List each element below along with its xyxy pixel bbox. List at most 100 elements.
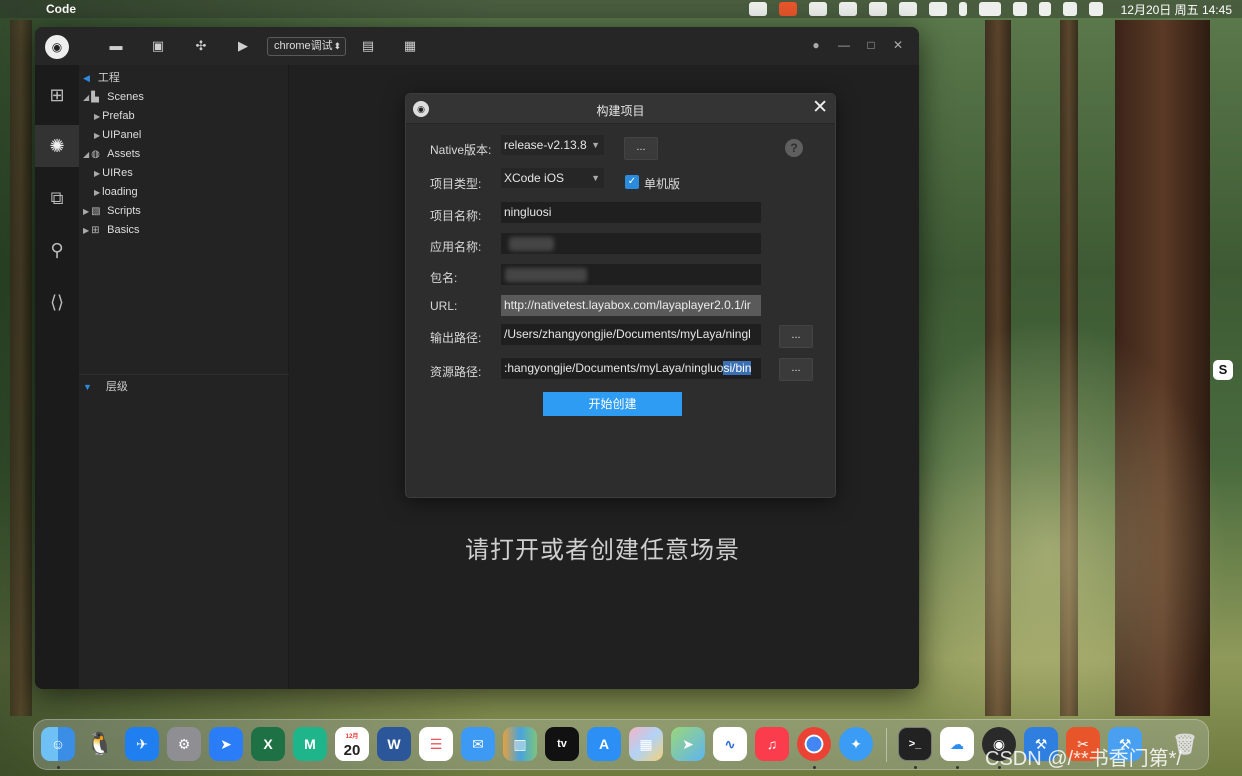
qq-icon[interactable]: 🐧 [83,727,117,761]
start-build-button[interactable]: 开始创建 [543,392,682,416]
tree-node-label: Prefab [102,110,135,122]
forest-light [920,300,1242,720]
resource-browse-button[interactable]: ... [779,358,813,381]
close-window-icon[interactable]: ✕ [891,38,905,52]
dialog-header[interactable]: ◉ 构建项目 ✕ [406,94,835,124]
panel-divider[interactable] [79,374,289,375]
build-settings-icon[interactable]: ✣ [193,38,209,54]
books-icon[interactable]: ▥ [503,727,537,761]
standalone-label: 单机版 [644,177,681,191]
time-machine-icon[interactable] [898,2,917,16]
url-input[interactable]: http://nativetest.layabox.com/layaplayer… [501,295,761,316]
excel-icon[interactable]: X [251,727,285,761]
project-type-select[interactable]: XCode iOS ▼ [501,168,604,188]
ide-toolbar: ◉ ▬ ▣ ✣ ▶ chrome调试 ⬍ ▤ ▦ ● — □ ✕ [35,27,919,65]
app-menu-name[interactable]: Code [46,2,76,16]
components-icon[interactable]: ⧉ [45,186,69,210]
search-icon[interactable]: ⚲ [45,238,69,262]
lark-icon[interactable]: ➤ [209,727,243,761]
open-folder-icon[interactable]: ▬ [108,38,124,54]
help-icon[interactable]: ? [785,139,803,157]
finder-icon[interactable]: ☺ [41,727,75,761]
play-icon[interactable]: ▶ [235,38,251,54]
cloud-app-icon[interactable]: ☁ [940,727,974,761]
tree-node-prefab[interactable]: ▶ Prefab [94,110,135,122]
tree-node-uipanel[interactable]: ▶ UIPanel [94,129,141,141]
menubar-clock[interactable]: 12月20日 周五 14:45 [1121,1,1232,18]
apple-tv-icon[interactable]: tv [545,727,579,761]
feishu-icon[interactable]: ✈ [125,727,159,761]
running-indicator [914,766,917,769]
native-version-select[interactable]: release-v2.13.8 ▼ [501,135,604,155]
maximize-icon[interactable]: □ [864,38,878,52]
standalone-checkbox[interactable]: ✓ [625,175,639,189]
close-icon[interactable]: ✕ [812,98,828,118]
resource-path-input[interactable]: :hangyongjie/Documents/myLaya/ningluosi/… [501,358,761,379]
collapsed-arrow-icon: ▶ [83,226,90,235]
native-browse-button[interactable]: ... [624,137,658,160]
control-center-icon[interactable] [1062,2,1077,16]
music-icon[interactable]: ♫ [755,727,789,761]
maps-icon[interactable]: ➤ [671,727,705,761]
activity-sidebar: ⊞ ✺ ⧉ ⚲ ⟨⟩ [35,65,79,689]
tree-node-basics[interactable]: ▶ ⊞ Basics [83,224,140,236]
run-target-select[interactable]: chrome调试 ⬍ [267,37,346,56]
dropdown-arrow-icon: ▼ [591,173,600,183]
palette-icon[interactable]: ✺ [45,134,69,158]
tree-node-label: Basics [107,224,140,236]
dock-separator [886,728,887,762]
battery-icon[interactable] [978,2,1001,16]
system-preferences-icon[interactable]: ⚙ [167,727,201,761]
project-panel-header[interactable]: ◀ 工程 [83,69,120,84]
siri-icon[interactable] [1088,2,1103,16]
project-name-input[interactable]: ningluosi [501,202,761,223]
publish-icon[interactable]: ▤ [360,38,376,54]
tree-node-loading[interactable]: ▶ loading [94,186,138,198]
launchpad-icon[interactable]: ▦ [629,727,663,761]
code-icon[interactable]: ⟨⟩ [45,290,69,314]
tree-node-label: UIRes [102,167,133,179]
reminders-icon[interactable]: ☰ [419,727,453,761]
spotlight-search-icon[interactable] [1038,2,1051,16]
project-panel-title: 工程 [97,72,120,84]
minimize-icon[interactable]: — [837,38,851,52]
tree-trunk [10,20,32,716]
tree-node-scripts[interactable]: ▶ ▧ Scripts [83,205,141,217]
bluetooth-icon[interactable] [958,2,967,16]
apple-menu-icon[interactable] [16,2,30,16]
word-icon[interactable]: W [377,727,411,761]
dropdown-arrow-icon: ▼ [591,140,600,150]
qrcode-icon[interactable]: ▦ [402,38,418,54]
app-store-icon[interactable]: A [587,727,621,761]
terminal-icon[interactable]: >_ [898,727,932,761]
package-name-input[interactable] [501,264,761,285]
layout-grid-icon[interactable]: ⊞ [45,83,69,107]
output-path-input[interactable]: /Users/zhangyongjie/Documents/myLaya/nin… [501,324,761,345]
mail-icon[interactable]: ✉ [461,727,495,761]
message-tray-icon[interactable] [868,2,887,16]
app-name-input[interactable] [501,233,761,254]
project-type-value: XCode iOS [504,171,565,185]
tree-node-uires[interactable]: ▶ UIRes [94,167,133,179]
cutter-tray-icon[interactable] [778,2,797,16]
account-icon[interactable]: ● [809,38,823,52]
expanded-arrow-icon: ◢ [83,93,90,102]
save-icon[interactable]: ▣ [150,38,166,54]
tree-node-scenes[interactable]: ◢ ▙ Scenes [83,91,144,103]
wifi-icon[interactable] [1012,2,1027,16]
wps-tray-icon[interactable] [838,2,857,16]
sogou-tray-icon[interactable] [928,2,947,16]
output-browse-button[interactable]: ... [779,325,813,348]
chrome-icon[interactable] [797,727,831,761]
hierarchy-panel-header[interactable]: ▼ 层级 [83,378,128,394]
calendar-icon[interactable]: 12月 20 [335,727,369,761]
sogou-desktop-icon[interactable]: S [1213,360,1233,380]
mindnode-icon[interactable]: M [293,727,327,761]
input-method-icon[interactable] [748,2,767,16]
netease-tray-icon[interactable] [808,2,827,16]
tree-node-assets[interactable]: ◢ ◍ Assets [83,148,140,160]
safari-icon[interactable]: ✦ [839,727,873,761]
freeform-icon[interactable]: ∿ [713,727,747,761]
empty-scene-message: 请打开或者创建任意场景 [465,537,740,564]
native-version-label: Native版本: [430,143,492,157]
